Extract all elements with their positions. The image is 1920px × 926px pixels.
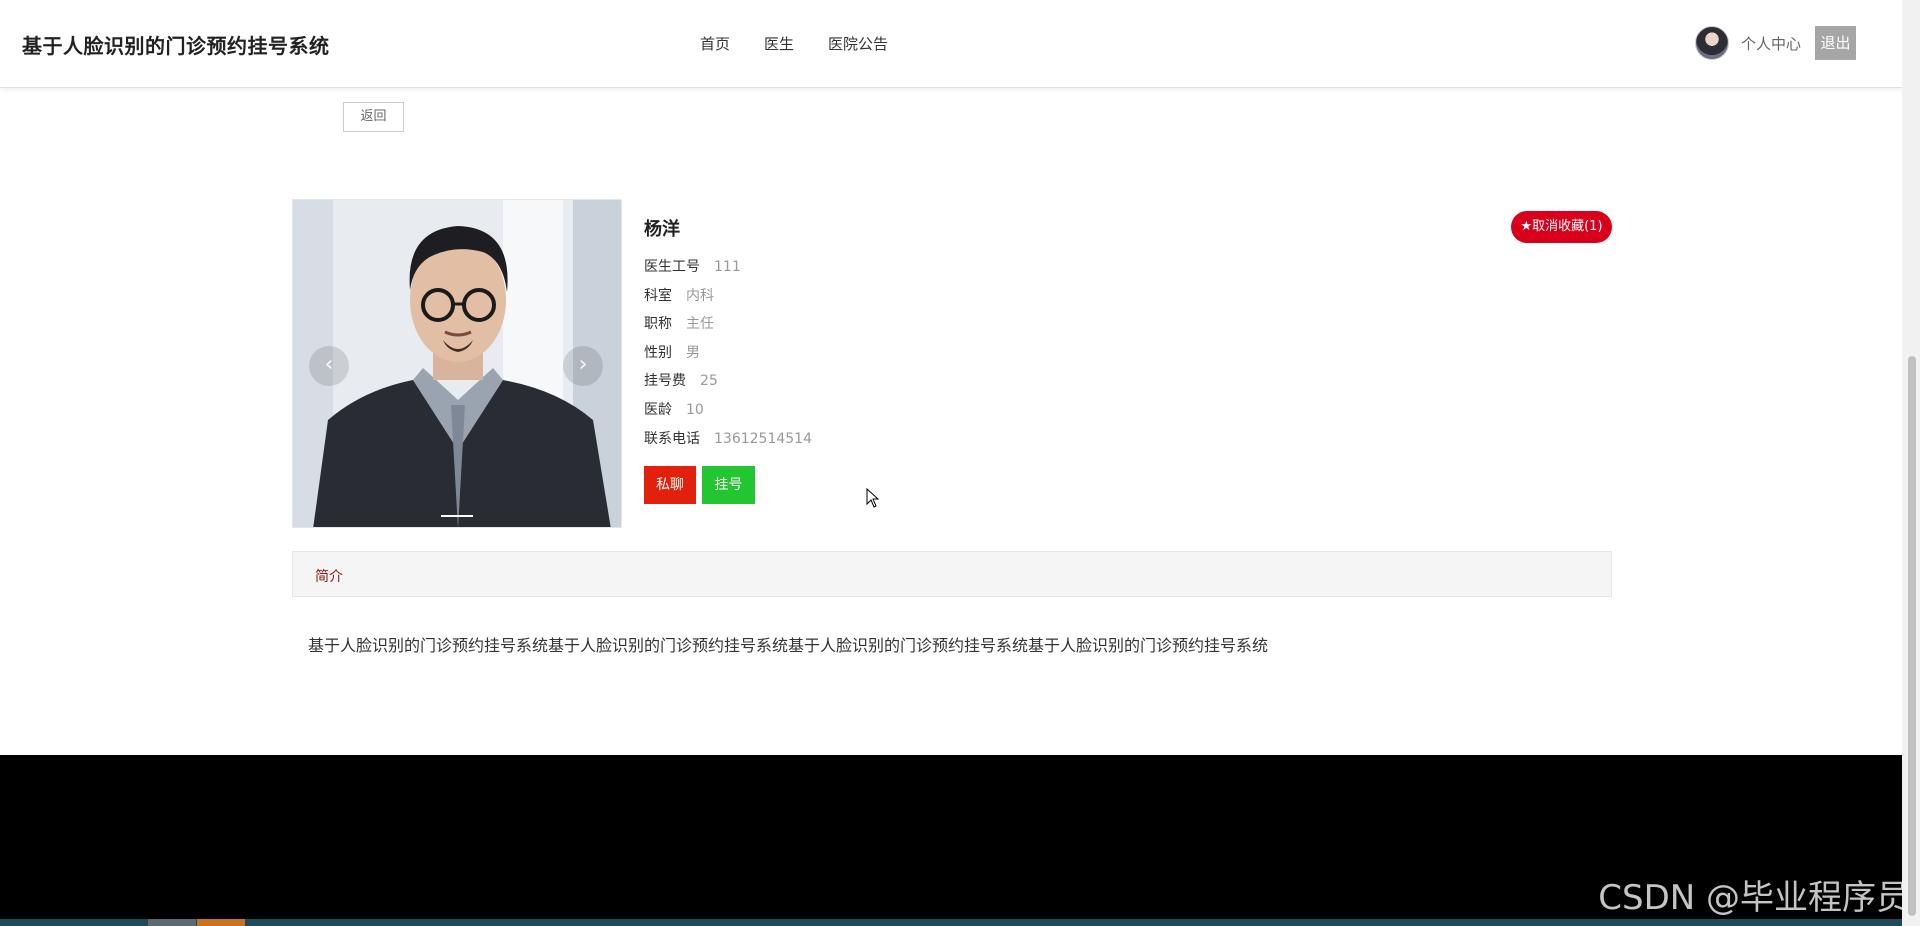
nav-home[interactable]: 首页	[700, 33, 730, 54]
user-area: 个人中心 退出	[1695, 26, 1857, 60]
info-row-experience: 医龄 10	[644, 399, 812, 428]
scrollbar-thumb[interactable]	[1908, 356, 1916, 916]
doctor-photo-carousel: ‹ ›	[292, 199, 622, 528]
carousel-indicator[interactable]	[441, 515, 473, 517]
info-value: 111	[714, 259, 741, 275]
info-row-title: 职称 主任	[644, 313, 812, 342]
tab-intro[interactable]: 简介	[315, 566, 343, 586]
info-value: 男	[686, 344, 700, 361]
taskbar	[0, 919, 1920, 926]
chevron-right-icon: ›	[578, 352, 588, 377]
info-label: 联系电话	[644, 430, 700, 447]
info-value: 主任	[686, 316, 714, 333]
info-value: 13612514514	[714, 430, 812, 447]
carousel-prev-button[interactable]: ‹	[309, 346, 349, 386]
site-title: 基于人脸识别的门诊预约挂号系统	[22, 34, 330, 58]
user-center-link[interactable]: 个人中心	[1741, 33, 1801, 54]
nav-announcement[interactable]: 医院公告	[828, 33, 888, 54]
watermark: CSDN @毕业程序员	[1598, 878, 1910, 918]
info-label: 职称	[644, 316, 672, 333]
page: 基于人脸识别的门诊预约挂号系统 首页 医生 医院公告 个人中心 退出 返回 ‹ …	[0, 0, 1920, 926]
top-header: 基于人脸识别的门诊预约挂号系统 首页 医生 医院公告 个人中心 退出	[0, 0, 1902, 88]
carousel-next-button[interactable]: ›	[563, 346, 603, 386]
info-row-phone: 联系电话 13612514514	[644, 428, 812, 457]
logout-button[interactable]: 退出	[1815, 26, 1857, 60]
info-value: 25	[700, 373, 718, 390]
avatar[interactable]	[1695, 26, 1729, 60]
info-label: 挂号费	[644, 373, 686, 390]
info-row-gender: 性别男	[644, 342, 812, 371]
doctor-name: 杨洋	[644, 219, 680, 240]
doctor-info-list: 医生工号 111 科室 内科 职称 主任 性别男 挂号费 25 医龄 10 联系电话 136…	[644, 256, 812, 456]
info-label: 性别	[644, 344, 672, 361]
info-row-id: 医生工号 111	[644, 256, 812, 285]
info-value: 内科	[686, 287, 714, 304]
back-button[interactable]: 返回	[343, 102, 404, 132]
intro-text: 基于人脸识别的门诊预约挂号系统基于人脸识别的门诊预约挂号系统基于人脸识别的门诊预…	[308, 636, 1269, 655]
private-chat-button[interactable]: 私聊	[644, 466, 696, 504]
info-label: 科室	[644, 287, 672, 304]
taskbar-item[interactable]	[197, 919, 245, 926]
taskbar-item[interactable]	[148, 919, 196, 926]
unfavorite-button[interactable]: ★取消收藏(1)	[1511, 211, 1612, 243]
info-label: 医生工号	[644, 259, 700, 275]
mouse-cursor-icon	[866, 488, 880, 508]
main-nav: 首页 医生 医院公告	[700, 33, 922, 54]
intro-tab-bar: 简介	[292, 551, 1612, 597]
nav-doctor[interactable]: 医生	[764, 33, 794, 54]
register-button[interactable]: 挂号	[702, 466, 755, 504]
info-row-fee: 挂号费 25	[644, 370, 812, 399]
info-row-department: 科室 内科	[644, 285, 812, 314]
info-label: 医龄	[644, 401, 672, 418]
info-value: 10	[686, 401, 704, 418]
chevron-left-icon: ‹	[324, 352, 334, 377]
